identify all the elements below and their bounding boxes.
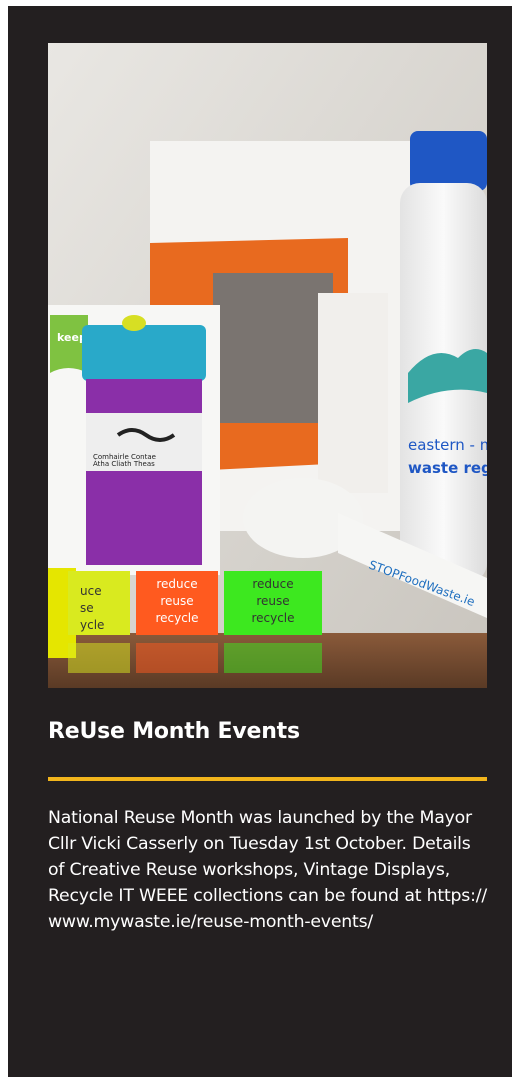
- event-photo[interactable]: keep cup Comhairle Contae Átha Cliath Th…: [48, 43, 487, 688]
- orange-box-text-2: reuse: [160, 594, 193, 608]
- green-box-text-3: recycle: [251, 611, 294, 625]
- orange-box-text-1: reduce: [156, 577, 197, 591]
- yellow-box-text-3: ycle: [80, 618, 104, 632]
- bottle-text-1: eastern - mid: [408, 436, 487, 454]
- card-title: ReUse Month Events: [48, 719, 300, 744]
- yellow-box-text-2: se: [80, 601, 94, 615]
- title-divider: [48, 777, 487, 781]
- bottle-text-2: waste region: [408, 459, 487, 477]
- orange-box-text-3: recycle: [155, 611, 198, 625]
- event-card: keep cup Comhairle Contae Átha Cliath Th…: [8, 6, 512, 1077]
- cup-label-line-2: Átha Cliath Theas: [93, 459, 155, 468]
- green-box-text-1: reduce: [252, 577, 293, 591]
- yellow-box-text-1: uce: [80, 584, 102, 598]
- green-box-text-2: reuse: [256, 594, 289, 608]
- event-photo-illustration: keep cup Comhairle Contae Átha Cliath Th…: [48, 43, 487, 688]
- card-description: National Reuse Month was launched by the…: [48, 808, 487, 932]
